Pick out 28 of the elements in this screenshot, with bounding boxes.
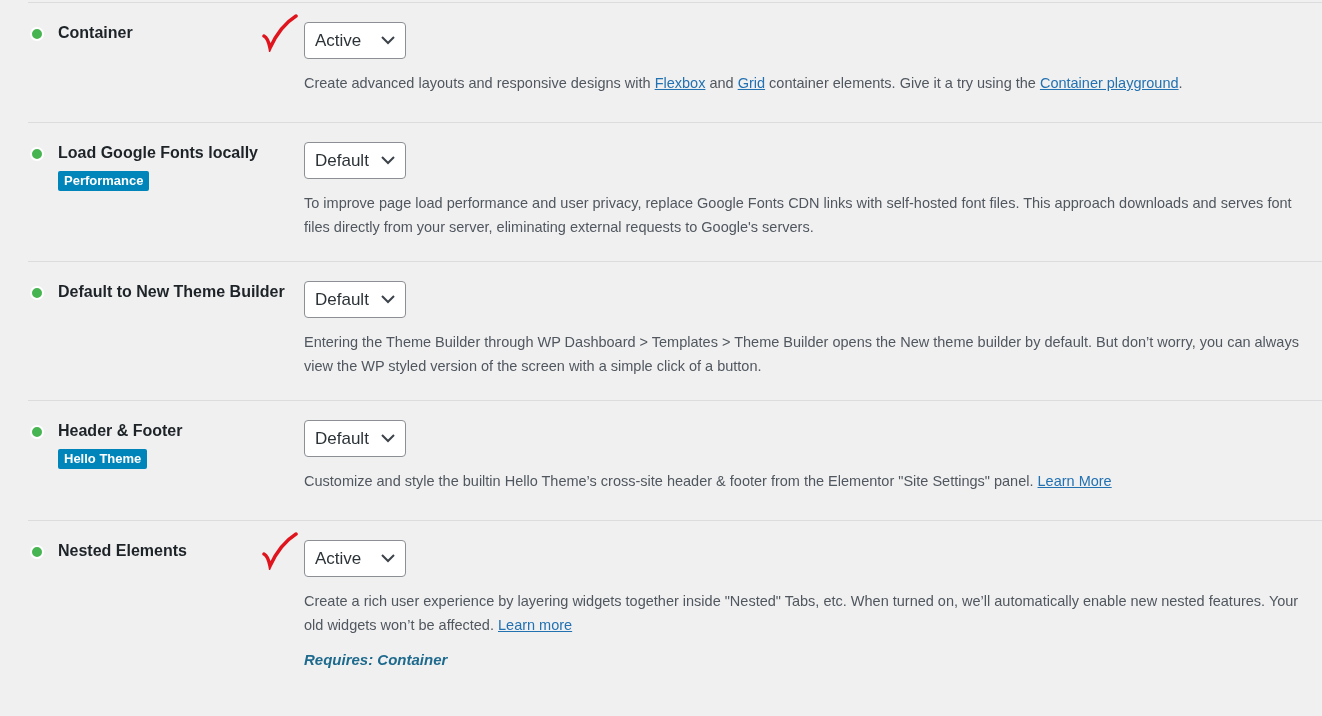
status-select[interactable]: Active xyxy=(304,22,406,59)
feature-description: To improve page load performance and user privacy, replace Google Fonts CDN links with self-hosted font files. This approach downloads and serves font files directly from your server, eliminating external requests to Google's servers. xyxy=(304,194,1293,237)
feature-title: Container xyxy=(58,23,133,43)
link[interactable]: Learn More xyxy=(1037,473,1112,489)
status-select[interactable]: Default xyxy=(304,420,406,457)
link[interactable]: Grid xyxy=(737,75,766,91)
chevron-down-icon xyxy=(381,554,395,563)
chevron-down-icon xyxy=(381,36,395,45)
feature-description: Create a rich user experience by layering widgets together inside "Nested" Tabs, etc. When turned on, we’ll automatically enable new nested features. Your old widgets won’t be affected. Learn more xyxy=(304,592,1300,635)
feature-title: Default to New Theme Builder xyxy=(58,282,285,302)
feature-title: Nested Elements xyxy=(58,541,187,561)
status-select[interactable]: Default xyxy=(304,281,406,318)
link[interactable]: Flexbox xyxy=(654,75,706,91)
link[interactable]: Learn more xyxy=(498,617,573,633)
status-select[interactable]: Default xyxy=(304,142,406,179)
requires-note: Requires: Container xyxy=(304,650,449,670)
chevron-down-icon xyxy=(381,156,395,165)
link[interactable]: Container playground xyxy=(1039,75,1179,91)
feature-description: Entering the Theme Builder through WP Dashboard > Templates > Theme Builder opens the New theme builder by default. But don’t worry, you can always view the WP styled version of the screen with a simple click of a button. xyxy=(304,333,1300,376)
status-select[interactable]: Active xyxy=(304,540,406,577)
feature-tag: Hello Theme xyxy=(58,449,148,469)
feature-description: Customize and style the builtin Hello Theme’s cross-site header & footer from the Elementor "Site Settings" panel. Learn More xyxy=(304,472,1113,491)
feature-title: Load Google Fonts locally xyxy=(58,143,258,163)
chevron-down-icon xyxy=(381,434,395,443)
feature-title: Header & Footer xyxy=(58,421,183,441)
feature-description: Create advanced layouts and responsive designs with Flexbox and Grid container elements. Give it a try using the Container playground. xyxy=(304,74,1184,93)
feature-tag: Performance xyxy=(58,171,150,191)
chevron-down-icon xyxy=(381,295,395,304)
